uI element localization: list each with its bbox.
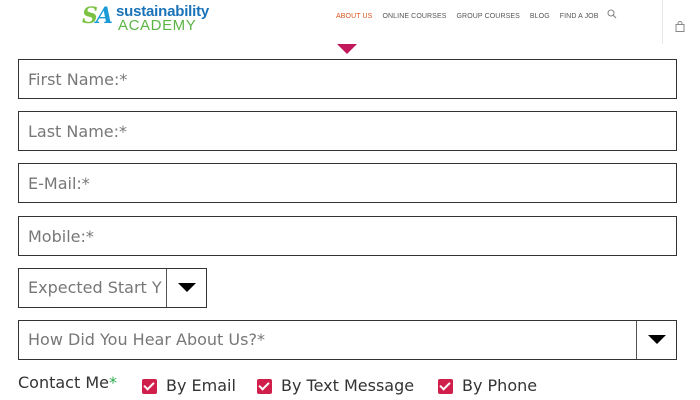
first-name-input[interactable] xyxy=(19,60,676,98)
last-name-field[interactable] xyxy=(18,111,677,151)
sustainability-academy-logo[interactable]: SA sustainability ACADEMY xyxy=(82,3,222,34)
mobile-field[interactable] xyxy=(18,216,677,256)
contact-option-text[interactable]: By Text Message xyxy=(257,376,414,396)
shopping-bag-icon[interactable] xyxy=(675,21,685,33)
search-icon[interactable] xyxy=(607,9,619,21)
expected-start-dropdown-button[interactable] xyxy=(166,269,206,307)
how-heard-select[interactable]: How Did You Hear About Us?* xyxy=(18,320,677,360)
how-heard-value: How Did You Hear About Us?* xyxy=(28,330,265,349)
logo-mark: SA xyxy=(82,3,113,29)
phone-checkbox[interactable] xyxy=(438,378,453,394)
logo-text-academy: ACADEMY xyxy=(118,17,197,34)
contact-option-phone[interactable]: By Phone xyxy=(438,376,537,396)
chevron-down-icon xyxy=(178,283,196,292)
nav-blog[interactable]: BLOG xyxy=(530,11,550,23)
mobile-input[interactable] xyxy=(19,217,676,255)
nav-online-courses[interactable]: ONLINE COURSES xyxy=(382,11,446,23)
text-message-option-label: By Text Message xyxy=(281,376,415,395)
text-message-checkbox[interactable] xyxy=(257,378,272,394)
how-heard-dropdown-button[interactable] xyxy=(636,321,676,359)
nav-about-us[interactable]: ABOUT US xyxy=(336,11,372,23)
required-asterisk: * xyxy=(108,373,117,392)
expected-start-value: Expected Start Y xyxy=(28,278,162,297)
email-field[interactable] xyxy=(18,163,677,203)
phone-option-label: By Phone xyxy=(462,376,538,395)
email-input[interactable] xyxy=(19,164,676,202)
active-nav-marker xyxy=(337,44,357,54)
last-name-input[interactable] xyxy=(19,112,676,150)
email-checkbox[interactable] xyxy=(142,378,157,394)
contact-me-label: Contact Me* xyxy=(18,373,117,392)
nav-find-a-job[interactable]: FIND A JOB xyxy=(560,11,599,23)
chevron-down-icon xyxy=(648,335,666,344)
main-nav: ABOUT US ONLINE COURSES GROUP COURSES BL… xyxy=(336,11,609,23)
contact-option-email[interactable]: By Email xyxy=(142,376,236,396)
first-name-field[interactable] xyxy=(18,59,677,99)
header-divider xyxy=(662,0,663,44)
site-header: SA sustainability ACADEMY ABOUT US ONLIN… xyxy=(0,0,700,44)
email-option-label: By Email xyxy=(166,376,236,395)
nav-group-courses[interactable]: GROUP COURSES xyxy=(457,11,520,23)
expected-start-select[interactable]: Expected Start Y xyxy=(18,268,207,308)
